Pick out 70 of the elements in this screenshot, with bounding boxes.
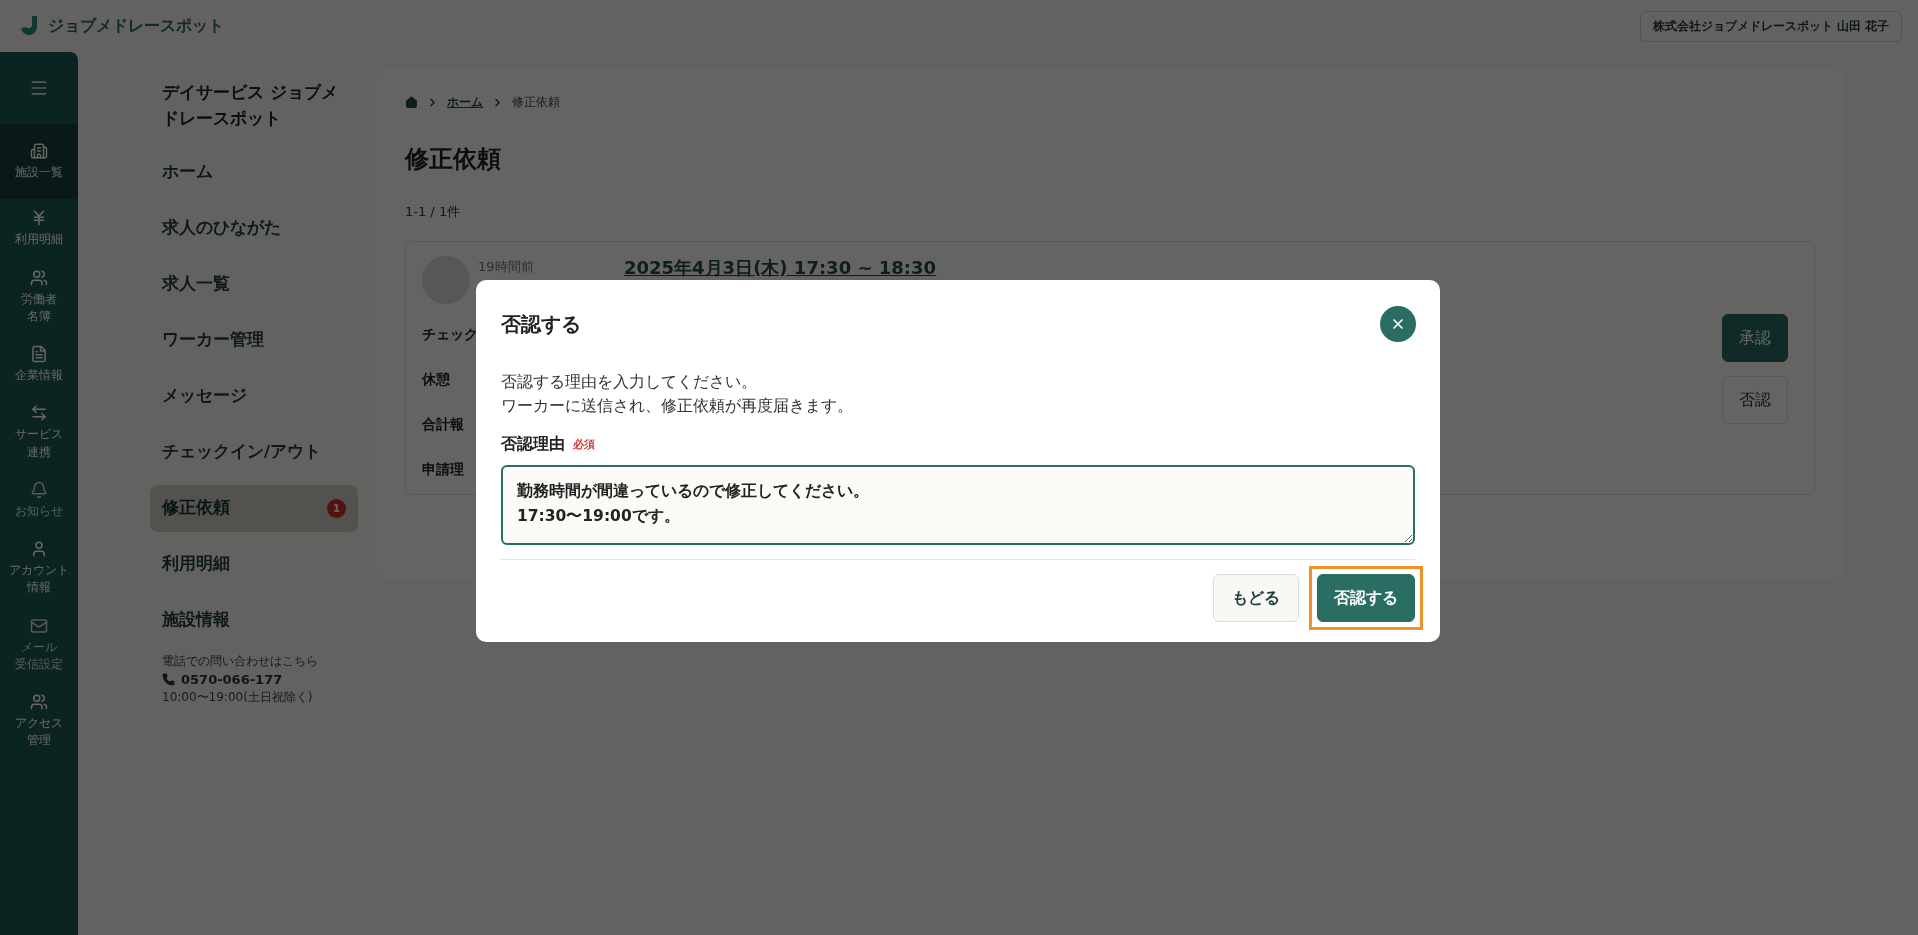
logo-text: ジョブメドレースポット	[48, 15, 224, 37]
rail-label: アカウント	[9, 562, 69, 579]
rail-item[interactable]: 労働者 名簿	[0, 258, 78, 335]
rail-item[interactable]: 施設一覧	[0, 124, 78, 200]
reject-button[interactable]: 否認	[1722, 376, 1788, 424]
field-label: 休憩	[422, 371, 450, 389]
rail-label: サービス	[15, 426, 63, 444]
rail-item[interactable]: アカウント 情報	[0, 530, 78, 607]
breadcrumb-link[interactable]: ホーム	[447, 94, 483, 111]
phone-icon	[162, 672, 175, 686]
rail-item[interactable]: 利用明細	[0, 199, 78, 259]
close-icon	[1390, 316, 1406, 332]
rail-label: 情報	[27, 579, 51, 597]
contact-note: 電話での問い合わせはこちら	[162, 652, 319, 670]
breadcrumb-current: 修正依頼	[512, 94, 560, 111]
bell-icon	[30, 480, 48, 499]
rail-label: 受信設定	[15, 655, 63, 673]
document-icon	[30, 345, 48, 363]
back-button[interactable]: もどる	[1213, 574, 1299, 623]
user-icon	[30, 540, 48, 558]
field-label: チェック	[422, 326, 478, 344]
facility-name: デイサービス ジョブメドレースポット	[161, 82, 339, 131]
rail-label: お知らせ	[15, 502, 63, 520]
date-link[interactable]: 2025年4月3日(木) 17:30 ~ 18:30	[624, 256, 937, 280]
sidebar-item[interactable]: ワーカー管理	[150, 316, 358, 364]
dialog-title: 否認する	[501, 310, 581, 338]
rail-item[interactable]: サービス 連携	[0, 394, 78, 471]
sidebar-item[interactable]: ホーム	[150, 148, 358, 196]
sidebar-item[interactable]: 求人一覧	[150, 260, 358, 308]
account-button[interactable]: 株式会社ジョブメドレースポット 山田 花子	[1639, 10, 1902, 42]
page-title: 修正依頼	[405, 144, 502, 175]
arrows-icon	[30, 404, 48, 423]
sidebar-item[interactable]: 利用明細	[150, 540, 358, 588]
logo-icon	[18, 15, 40, 37]
field-label: 合計報	[422, 416, 464, 434]
rail-label: 管理	[27, 732, 51, 750]
building-icon	[30, 142, 48, 160]
rail-label: 名簿	[27, 307, 51, 325]
mail-icon	[30, 616, 48, 635]
sidebar-item[interactable]: メッセージ	[150, 372, 358, 420]
sidebar-item[interactable]: 施設情報	[150, 596, 358, 644]
result-count: 1-1 / 1件	[405, 203, 462, 221]
rail-label: 企業情報	[15, 367, 63, 384]
users-icon	[30, 693, 48, 711]
rail-label: 労働者	[21, 290, 57, 308]
rail-item[interactable]: 企業情報	[0, 335, 78, 395]
dialog-description: ワーカーに送信され、修正依頼が再度届きます。	[501, 396, 853, 417]
required-tag: 必須	[573, 437, 595, 453]
phone-number: 0570-066-177	[181, 671, 283, 687]
approve-button[interactable]: 承認	[1722, 314, 1788, 362]
rail-label: 施設一覧	[15, 164, 63, 181]
rail-label: メール	[21, 638, 57, 656]
home-icon[interactable]	[405, 96, 418, 109]
rail-label: 利用明細	[15, 231, 63, 249]
count-badge: 1	[327, 498, 346, 518]
dialog-description: 否認する理由を入力してください。	[501, 372, 757, 393]
submit-button[interactable]: 否認する	[1317, 574, 1415, 623]
sidebar-item[interactable]: チェックイン/アウト	[150, 428, 358, 476]
menu-icon	[29, 78, 49, 98]
sidebar-item[interactable]: 修正依頼 1	[150, 484, 358, 532]
field-label: 申請理	[422, 461, 464, 479]
users-icon	[30, 268, 48, 287]
rail-item[interactable]: アクセス 管理	[0, 683, 78, 760]
field-label: 否認理由	[501, 434, 565, 456]
rail-label: アクセス	[15, 715, 63, 732]
rail-label: 連携	[27, 443, 51, 461]
sidebar-item[interactable]: 求人のひながた	[150, 204, 358, 252]
contact-hours: 10:00〜19:00(土日祝除く)	[162, 688, 314, 706]
close-button[interactable]	[1380, 306, 1416, 342]
reason-field[interactable]: 勤務時間が間違っているので修正してください。 17:30〜19:00です。	[501, 465, 1415, 546]
